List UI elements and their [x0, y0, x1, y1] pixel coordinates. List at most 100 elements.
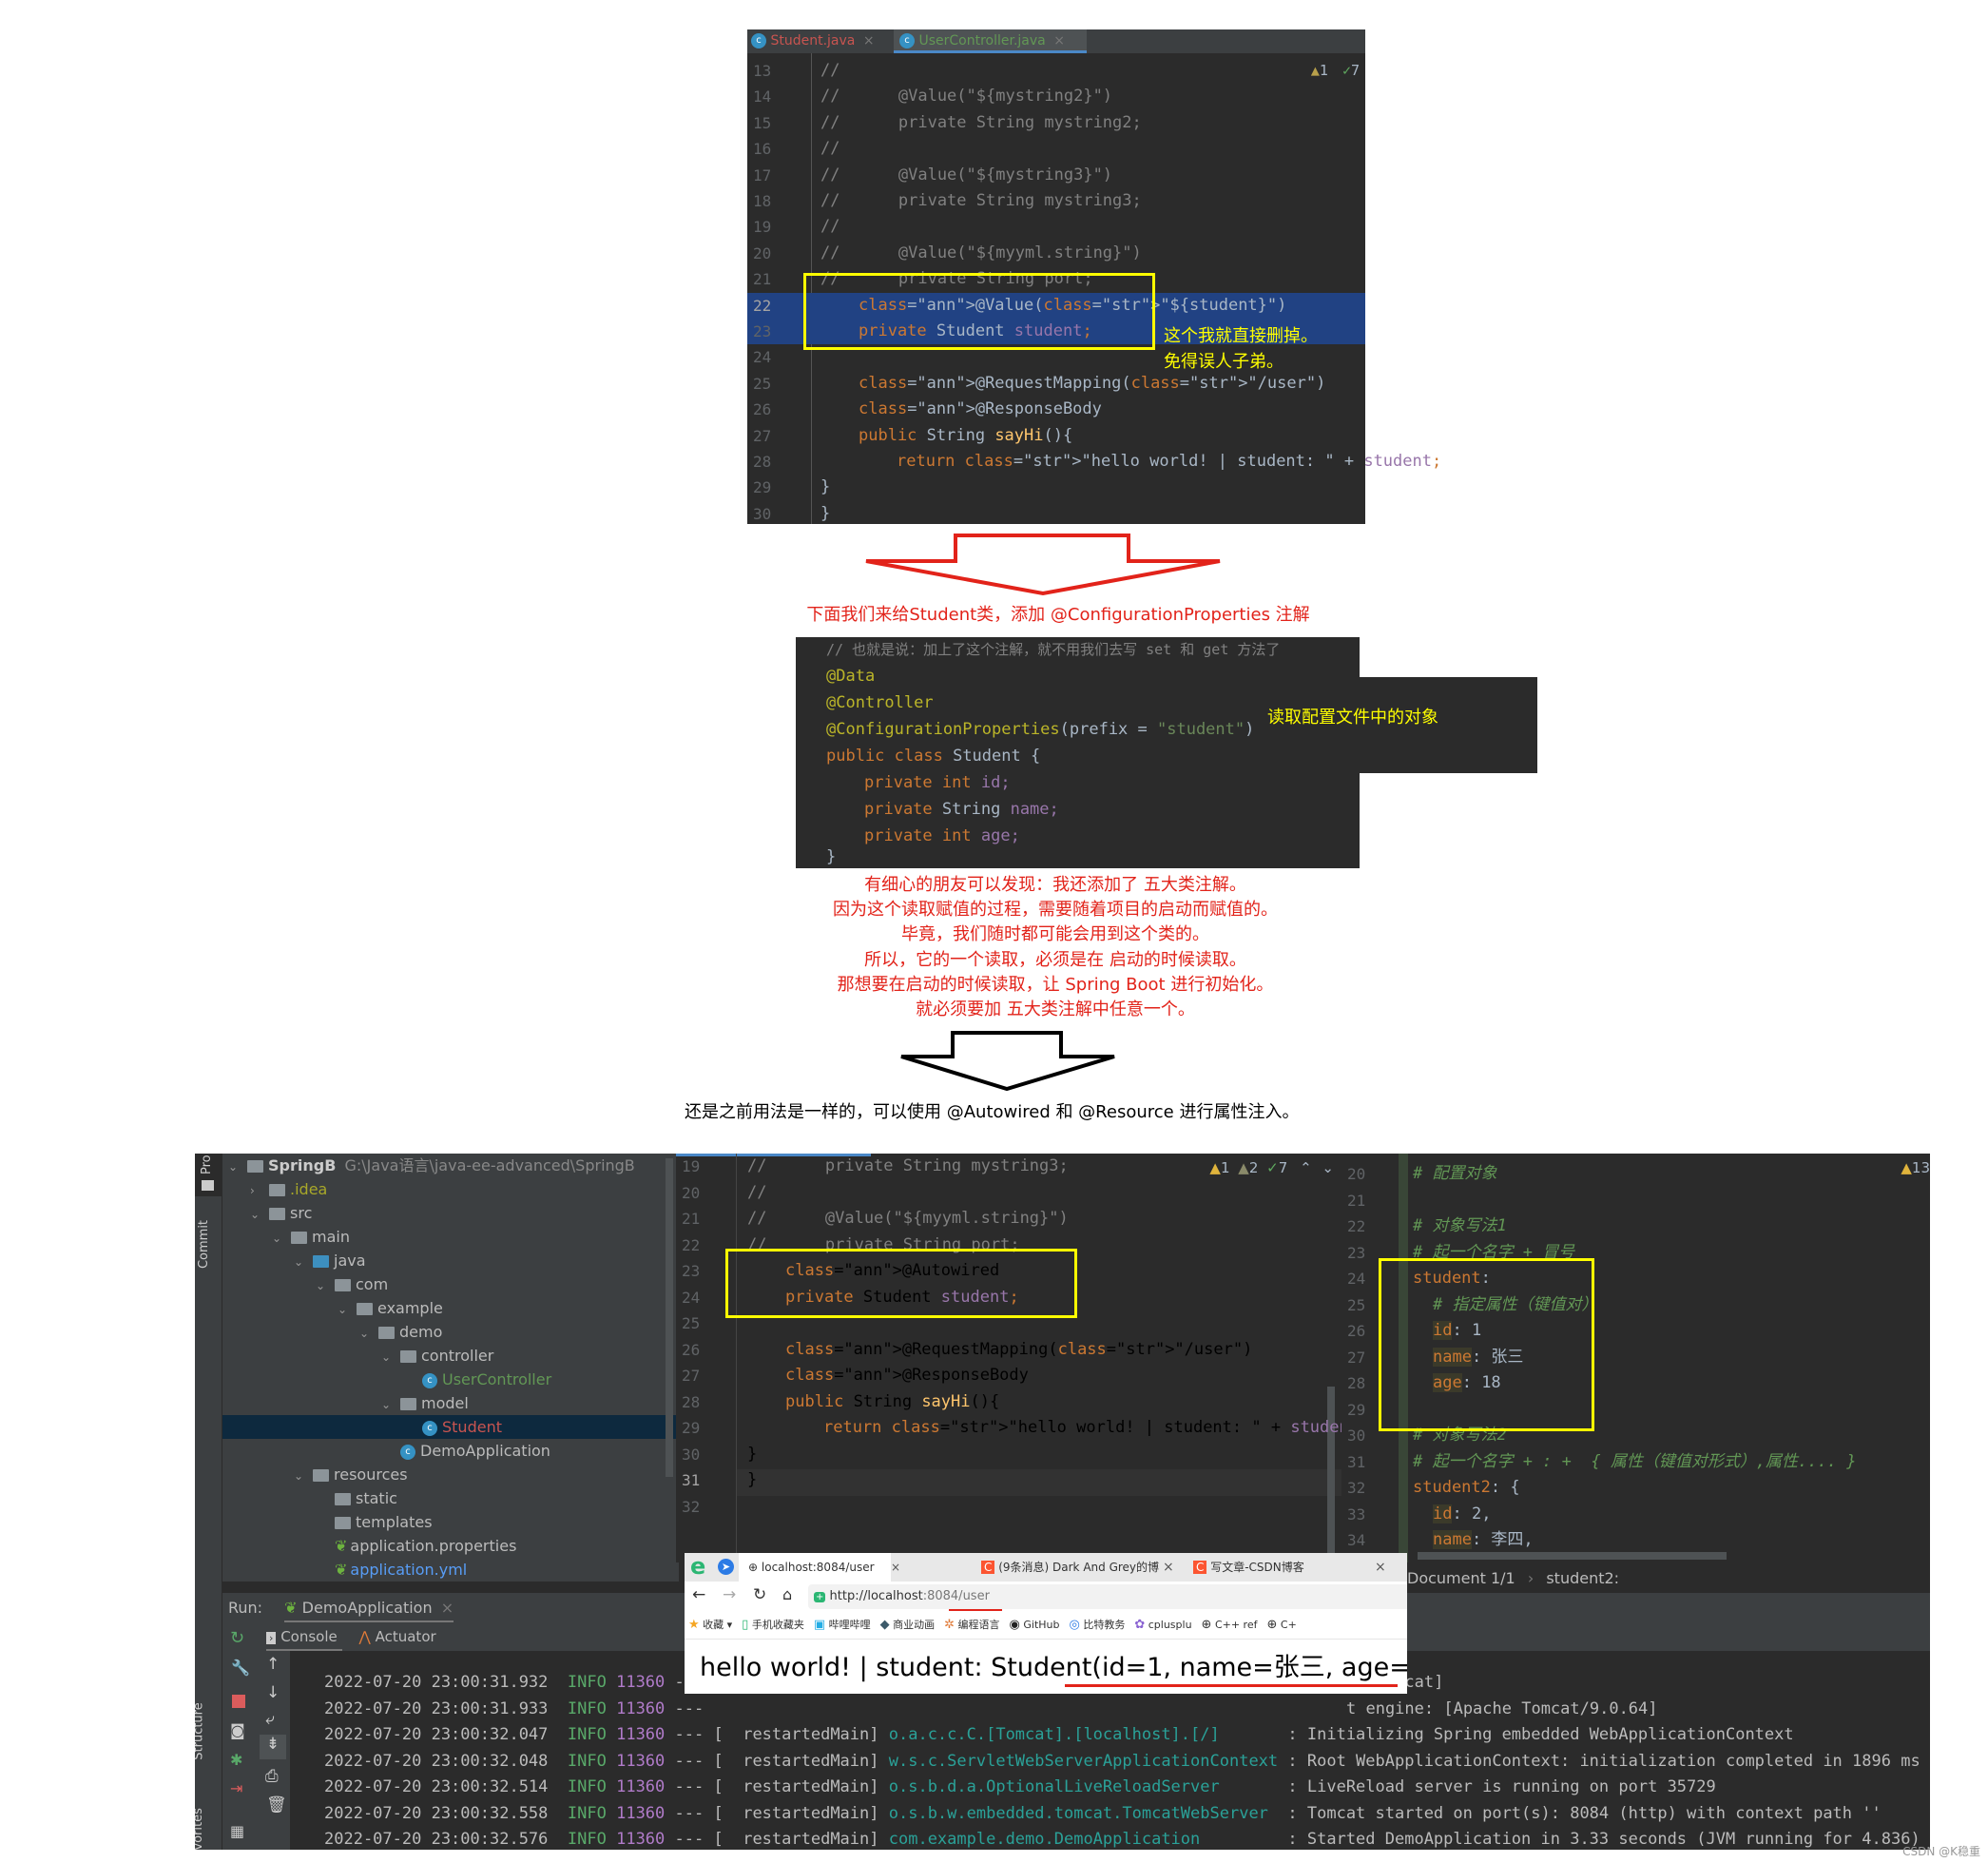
bookmark-item[interactable]: ⊕ C+ [1266, 1618, 1296, 1632]
tree-scrollbar[interactable] [666, 1158, 673, 1477]
chevron-down-icon[interactable]: ⌄ [359, 1322, 373, 1346]
yaml-breadcrumb[interactable]: Document 1/1 › student2: [1407, 1564, 1930, 1593]
bookmark-item[interactable]: ◆ 商业动画 [880, 1618, 936, 1632]
back-icon[interactable]: ← [692, 1585, 705, 1604]
tab-actuator[interactable]: ⋀ Actuator [359, 1628, 436, 1645]
yaml-line[interactable]: 20 # 配置对象 [1341, 1161, 1930, 1188]
tool-tab-favorites[interactable]: Favorites [195, 1800, 218, 1850]
home-icon[interactable]: ⌂ [782, 1585, 792, 1603]
tab-student-java[interactable]: c Student.java × [751, 29, 875, 53]
tree-item[interactable]: ❦ application.yml [222, 1558, 679, 1582]
browser-tab[interactable]: C (9条消息) Dark And Grey的博 [981, 1553, 1171, 1582]
close-icon[interactable]: × [863, 33, 875, 49]
bookmark-item[interactable]: ◎ 比特教务 [1070, 1618, 1126, 1632]
tree-item[interactable]: › .idea [222, 1177, 679, 1201]
close-icon[interactable]: × [1163, 1553, 1174, 1582]
tab-usercontroller-java[interactable]: c UserController.java × [894, 29, 1087, 53]
bookmark-item[interactable]: ◉ GitHub [1010, 1618, 1060, 1632]
bookmark-item[interactable]: ✿ cplusplu [1134, 1618, 1191, 1632]
code-line[interactable]: 28 public String sayHi(){ [676, 1389, 1341, 1416]
address-bar[interactable]: + http://localhost:8084/user [808, 1584, 1407, 1609]
bookmark-item[interactable]: ▣ 哔哩哔哩 [814, 1618, 871, 1632]
yaml-line[interactable]: 31 # 起一个名字 + : + { 属性（键值对形式）,属性.... } [1341, 1449, 1930, 1476]
tool-tab-project[interactable]: Pro [195, 1154, 222, 1196]
debug-icon[interactable]: ✱ [230, 1751, 242, 1769]
wrench-icon[interactable]: 🔧 [231, 1659, 250, 1677]
bookmark-item[interactable]: ★ 收藏 ▾ [688, 1618, 732, 1632]
tree-item[interactable]: ⌄ resources [222, 1463, 679, 1486]
yaml-line[interactable]: 21 [1341, 1188, 1930, 1214]
scroll-up-icon[interactable]: ↑ [266, 1655, 280, 1674]
yaml-line[interactable]: 22 # 对象写法1 [1341, 1213, 1930, 1240]
trash-icon[interactable]: 🗑 [266, 1795, 287, 1814]
stop-icon[interactable] [232, 1695, 245, 1708]
tree-item[interactable]: c DemoApplication [222, 1439, 679, 1463]
soft-wrap-icon[interactable]: ⤶ [265, 1710, 275, 1729]
code-line[interactable]: 27 class="ann">@ResponseBody [676, 1363, 1341, 1389]
tree-item[interactable]: templates [222, 1510, 679, 1534]
code-line[interactable]: 15 // private String mystring2; [747, 110, 1365, 136]
layout-icon[interactable]: ▦ [230, 1822, 244, 1840]
bookmark-item[interactable]: ✲ 编程语言 [944, 1618, 999, 1632]
tool-tab-structure[interactable]: Structure [195, 1686, 218, 1781]
rerun-icon[interactable]: ↻ [230, 1628, 244, 1648]
code-line[interactable]: 20 // @Value("${myyml.string}") [747, 241, 1365, 266]
java-editor[interactable]: ▲1 ▲2 ✓7 ⌃ ⌄ 19// private String mystrin… [676, 1154, 1368, 1562]
code-line[interactable]: 13 // [747, 58, 1365, 84]
chevron-right-icon[interactable]: › [250, 1179, 263, 1203]
close-icon[interactable]: × [441, 1599, 454, 1617]
tree-item[interactable]: ⌄ controller [222, 1344, 679, 1368]
code-line[interactable]: 29 return class="str">"hello world! | stu… [676, 1415, 1368, 1442]
chevron-down-icon[interactable]: ⌄ [228, 1155, 241, 1179]
tree-item[interactable]: c UserController [222, 1368, 679, 1391]
exit-icon[interactable]: ⇥ [230, 1779, 242, 1797]
browser-tab-active[interactable]: ⊕ localhost:8084/user × [739, 1553, 900, 1582]
code-line[interactable]: 18 // private String mystring3; [747, 188, 1365, 214]
code-line[interactable]: 17 // @Value("${mystring3}") [747, 163, 1365, 188]
tab-console[interactable]: › Console [266, 1628, 342, 1652]
browser-tab[interactable]: C 写文章-CSDN博客 [1193, 1553, 1383, 1582]
close-icon[interactable]: × [1053, 33, 1065, 49]
tree-item[interactable]: c Student [222, 1415, 679, 1439]
tree-item[interactable]: ⌄ java [222, 1249, 679, 1272]
tool-tab-commit[interactable]: Commit [197, 1211, 218, 1287]
chevron-down-icon[interactable]: ⌄ [294, 1251, 307, 1274]
yaml-line[interactable]: 32 student2: { [1341, 1475, 1930, 1502]
code-line[interactable]: 27 public String sayHi(){ [747, 423, 1365, 449]
code-line[interactable]: 19 // [747, 214, 1365, 240]
code-line[interactable]: 20 // [676, 1180, 1341, 1207]
tree-item[interactable]: static [222, 1486, 679, 1510]
tree-item[interactable]: ❦ application.properties [222, 1534, 679, 1558]
code-line[interactable]: 26 class="ann">@RequestMapping(class="str… [676, 1337, 1341, 1364]
reload-icon[interactable]: ↻ [753, 1585, 766, 1604]
close-icon[interactable]: × [891, 1553, 900, 1582]
code-line[interactable]: 19 // private String mystring3; [676, 1154, 1341, 1180]
print-icon[interactable]: ⎙ [265, 1767, 279, 1786]
code-line[interactable]: 32 [676, 1494, 1341, 1521]
code-line[interactable]: 30} [747, 501, 1365, 527]
tree-item[interactable]: ⌄ com [222, 1272, 679, 1296]
code-line[interactable]: 26 class="ann">@ResponseBody [747, 397, 1365, 422]
code-line[interactable]: 30} [676, 1442, 1341, 1468]
bookmark-item[interactable]: ▯ 手机收藏夹 [742, 1618, 804, 1632]
code-line[interactable]: 28 return class="str">"hello world! | stu… [747, 449, 1441, 475]
camera-icon[interactable]: ◙ [230, 1721, 245, 1739]
bookmark-item[interactable]: ⊕ C++ ref [1202, 1618, 1258, 1632]
run-config-tab[interactable]: ❦ DemoApplication × [284, 1599, 454, 1623]
code-line[interactable]: 31} [676, 1467, 1341, 1494]
chevron-down-icon[interactable]: ⌄ [272, 1227, 285, 1251]
code-line[interactable]: 29} [747, 475, 1365, 500]
close-icon[interactable]: × [1375, 1553, 1386, 1582]
yaml-line[interactable]: 34 name: 李四, [1341, 1527, 1930, 1554]
scroll-to-end-icon[interactable]: ⇟ [260, 1735, 286, 1759]
forward-icon[interactable]: → [723, 1585, 736, 1604]
chevron-down-icon[interactable]: ⌄ [316, 1274, 329, 1298]
tree-item[interactable]: ⌄ main [222, 1225, 679, 1249]
chevron-down-icon[interactable]: ⌄ [338, 1298, 351, 1322]
code-line[interactable]: 21 // @Value("${myyml.string}") [676, 1206, 1341, 1232]
tree-item[interactable]: ⌄ example [222, 1296, 679, 1320]
tree-item[interactable]: ⌄ model [222, 1391, 679, 1415]
tree-root[interactable]: ⌄ SpringB G:\Java语言\java-ee-advanced\Spri… [228, 1154, 635, 1177]
code-line[interactable]: 14 // @Value("${mystring2}") [747, 84, 1365, 109]
scroll-down-icon[interactable]: ↓ [266, 1683, 280, 1702]
